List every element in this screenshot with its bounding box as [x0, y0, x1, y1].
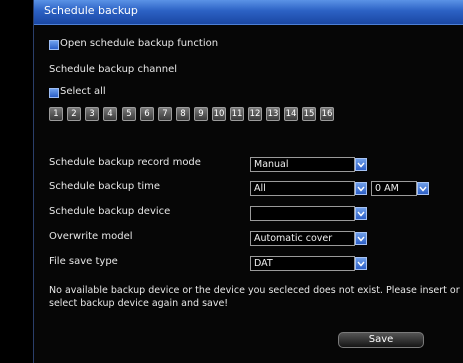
record-mode-select[interactable]: Manual [250, 157, 367, 172]
select-all-label: Select all [60, 86, 106, 97]
save-button[interactable]: Save [338, 332, 424, 348]
channel-button-16[interactable]: 16 [320, 107, 334, 121]
channel-button-6[interactable]: 6 [140, 107, 154, 121]
file-save-type-value: DAT [254, 258, 273, 269]
channel-button-13[interactable]: 13 [266, 107, 280, 121]
chevron-down-icon[interactable] [417, 182, 429, 195]
backup-time-value: All [254, 183, 266, 194]
open-function-checkbox[interactable] [49, 40, 59, 50]
channel-button-10[interactable]: 10 [212, 107, 226, 121]
backup-device-label: Schedule backup device [49, 206, 171, 217]
channel-button-12[interactable]: 12 [248, 107, 262, 121]
open-function-label: Open schedule backup function [60, 38, 219, 49]
title-bar: Schedule backup [34, 0, 463, 25]
overwrite-model-select[interactable]: Automatic cover [250, 231, 367, 246]
schedule-backup-window: Schedule backup Open schedule backup fun… [33, 0, 463, 363]
chevron-down-icon[interactable] [355, 232, 367, 245]
record-mode-label: Schedule backup record mode [49, 157, 201, 168]
channel-button-15[interactable]: 15 [302, 107, 316, 121]
channel-button-7[interactable]: 7 [158, 107, 172, 121]
file-save-type-select[interactable]: DAT [250, 256, 367, 271]
status-message: No available backup device or the device… [49, 285, 460, 309]
overwrite-model-value: Automatic cover [254, 233, 333, 244]
chevron-down-icon[interactable] [355, 182, 367, 195]
channel-button-2[interactable]: 2 [67, 107, 81, 121]
backup-time-hour-value: 0 AM [375, 183, 399, 194]
file-save-type-label: File save type [49, 256, 118, 267]
channel-button-8[interactable]: 8 [176, 107, 190, 121]
channel-button-1[interactable]: 1 [49, 107, 63, 121]
select-all-checkbox[interactable] [49, 88, 59, 98]
backup-device-select[interactable] [250, 206, 367, 221]
channel-button-4[interactable]: 4 [103, 107, 117, 121]
backup-time-label: Schedule backup time [49, 181, 161, 192]
channel-button-14[interactable]: 14 [284, 107, 298, 121]
channel-button-5[interactable]: 5 [122, 107, 136, 121]
channel-heading: Schedule backup channel [49, 64, 178, 75]
channel-button-9[interactable]: 9 [194, 107, 208, 121]
backup-time-select[interactable]: All [250, 181, 367, 196]
chevron-down-icon[interactable] [355, 158, 367, 171]
chevron-down-icon[interactable] [355, 257, 367, 270]
chevron-down-icon[interactable] [355, 207, 367, 220]
overwrite-model-label: Overwrite model [49, 231, 133, 242]
backup-time-hour-select[interactable]: 0 AM [371, 181, 429, 196]
channel-button-11[interactable]: 11 [230, 107, 244, 121]
record-mode-value: Manual [254, 159, 289, 170]
channel-button-3[interactable]: 3 [85, 107, 99, 121]
window-title: Schedule backup [44, 4, 138, 17]
